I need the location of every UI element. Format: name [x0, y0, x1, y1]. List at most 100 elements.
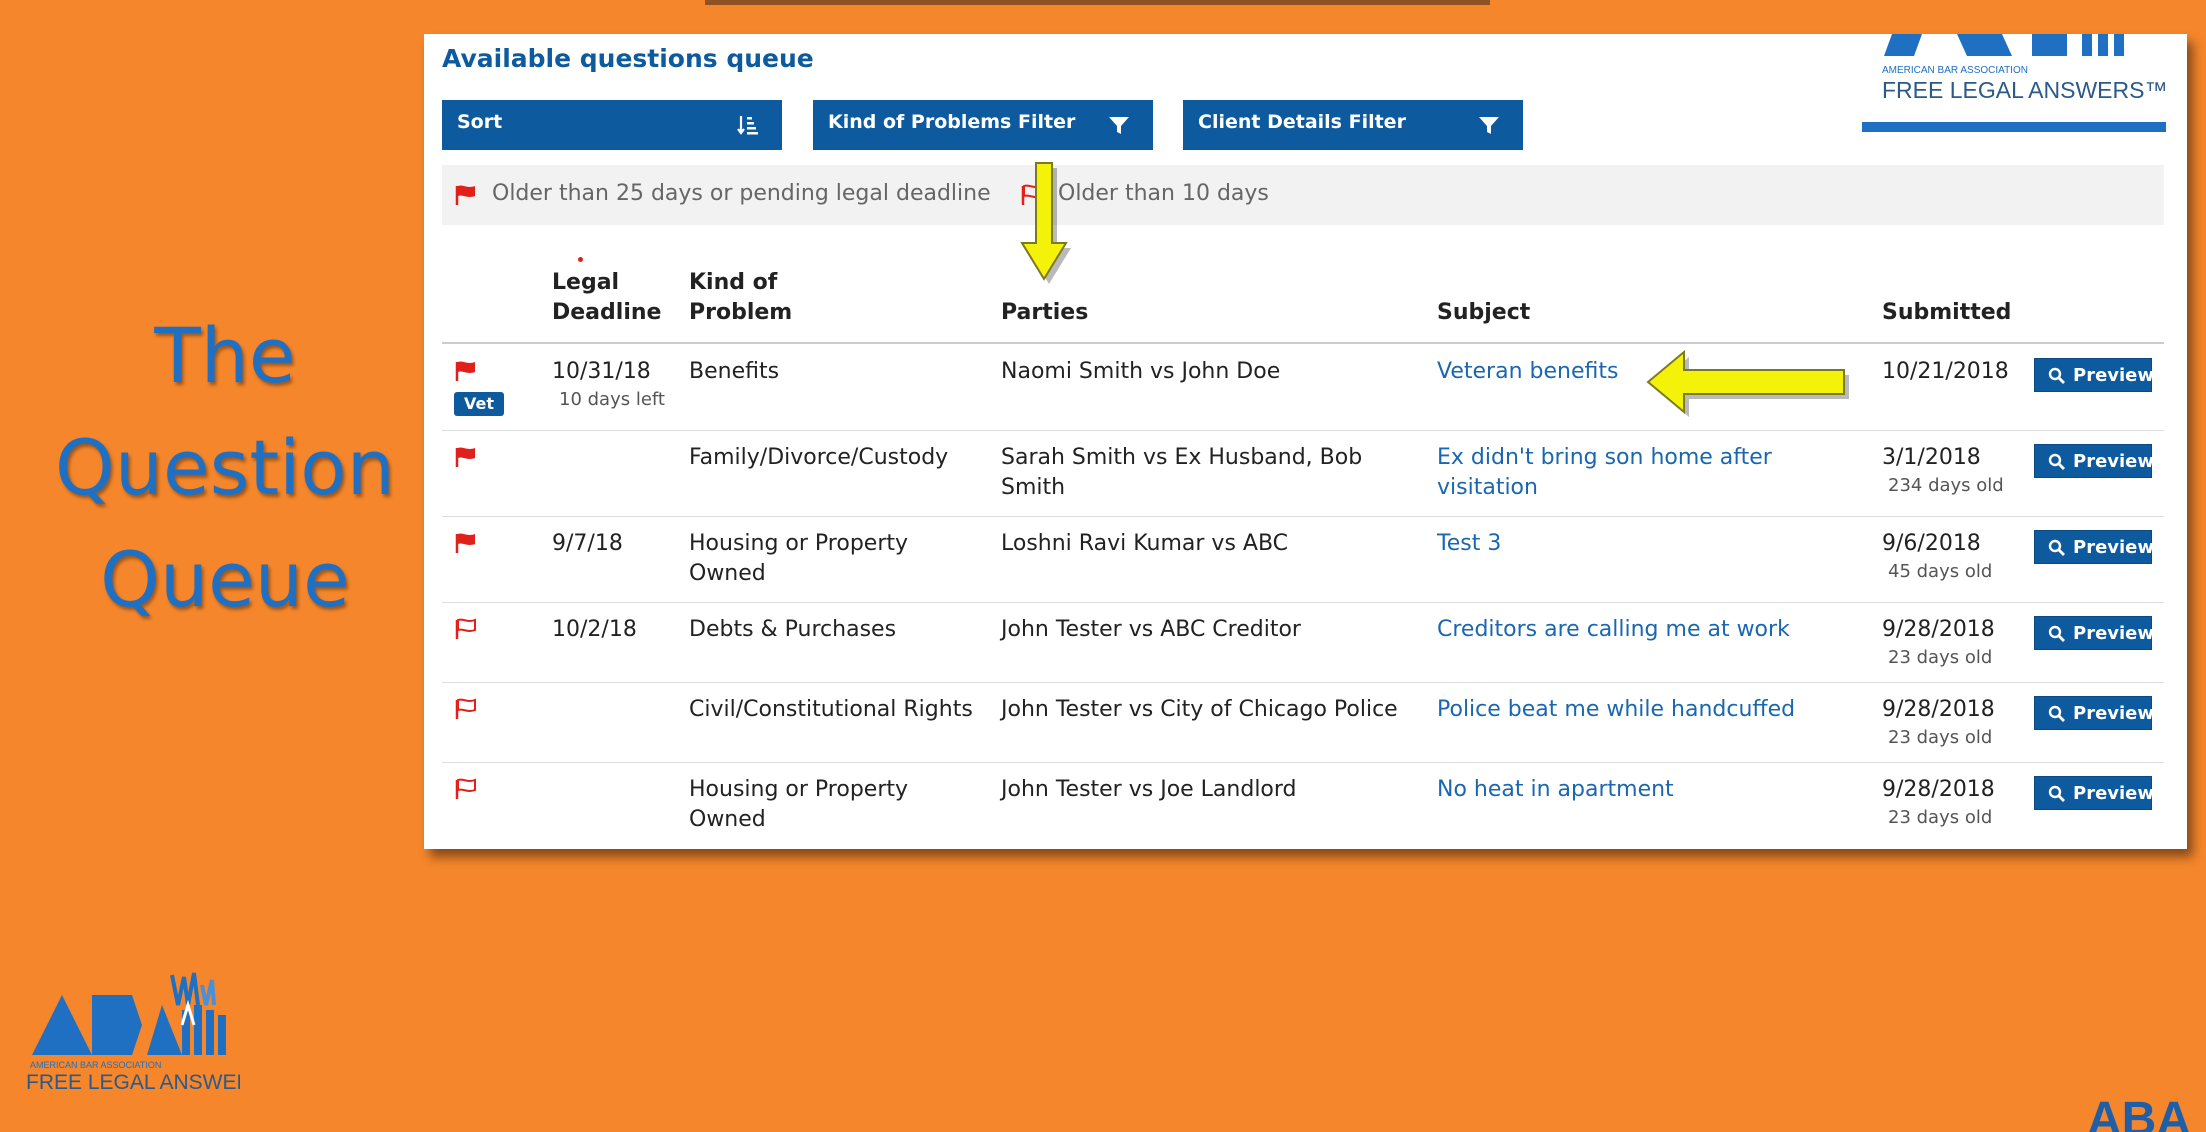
page-title: Available questions queue	[442, 44, 814, 73]
row-divider	[442, 430, 2164, 431]
preview-button[interactable]: Preview	[2034, 696, 2155, 730]
preview-label: Preview	[2073, 451, 2155, 472]
sort-button[interactable]: Sort	[442, 100, 782, 150]
preview-button[interactable]: Preview	[2034, 358, 2155, 392]
brand-small-text: AMERICAN BAR ASSOCIATION	[30, 1060, 161, 1070]
logo-name-text: FREE LEGAL ANSWERS™	[1882, 77, 2166, 103]
questions-queue-panel: Available questions queue AMERICAN BAR A…	[424, 34, 2187, 849]
yellow-arrow-icon	[1020, 162, 1071, 284]
flag-outline-icon	[455, 618, 476, 639]
age-note: 234 days old	[1888, 475, 2004, 496]
deadline-cell: 9/7/18	[552, 531, 623, 556]
yellow-arrow-icon	[1646, 349, 1849, 417]
aba-logo: AMERICAN BAR ASSOCIATION FREE LEGAL ANSW…	[1862, 34, 2166, 132]
sort-descending-icon	[737, 116, 758, 135]
header-divider	[442, 342, 2164, 344]
flag-solid-icon	[455, 185, 475, 205]
subject-link[interactable]: Veteran benefits	[1437, 357, 1618, 387]
submitted-cell: 9/28/2018	[1882, 697, 1995, 722]
header-subject[interactable]: Subject	[1437, 298, 1530, 328]
preview-button[interactable]: Preview	[2034, 444, 2155, 478]
kind-cell: Housing or Property	[689, 777, 909, 802]
submitted-cell: 9/6/2018	[1882, 531, 1981, 556]
kind-cell: Family/Divorce/Custody	[689, 445, 949, 470]
preview-label: Preview	[2073, 365, 2155, 386]
subject-link[interactable]: Police beat me while handcuffed	[1437, 695, 1795, 725]
submitted-cell: 9/28/2018	[1882, 617, 1995, 642]
slide-title-line: Question	[55, 423, 395, 512]
preview-label: Preview	[2073, 703, 2155, 724]
search-icon	[2048, 705, 2065, 722]
flag-outline-icon	[455, 698, 476, 719]
preview-label: Preview	[2073, 537, 2155, 558]
preview-button[interactable]: Preview	[2034, 616, 2154, 650]
search-icon	[2048, 453, 2065, 470]
subject-link[interactable]: Test 3	[1437, 529, 1501, 559]
slide-title: The Question Queue	[20, 300, 430, 636]
kind-cell: Civil/Constitutional Rights	[689, 697, 973, 722]
parties-cell: Sarah Smith vs Ex Husband, Bob	[1001, 445, 1363, 470]
sort-label: Sort	[457, 111, 503, 133]
header-kind-of-problem[interactable]: Kind of Problem	[689, 268, 792, 328]
subject-link[interactable]: visitation	[1437, 473, 1538, 503]
vet-badge: Vet	[454, 392, 504, 416]
row-divider	[442, 602, 2164, 603]
corner-logo-text: ABA	[2087, 1095, 2191, 1132]
search-icon	[2048, 785, 2065, 802]
subject-link[interactable]: Creditors are calling me at work	[1437, 615, 1790, 645]
subject-link[interactable]: No heat in apartment	[1437, 775, 1674, 805]
funnel-icon	[1109, 117, 1129, 134]
aba-free-legal-answers-logo: AMERICAN BAR ASSOCIATION FREE LEGAL ANSW…	[26, 972, 240, 1094]
brand-name-text: FREE LEGAL ANSWERS	[26, 1071, 240, 1094]
parties-cell: Naomi Smith vs John Doe	[1001, 359, 1281, 384]
kind-of-problems-filter-button[interactable]: Kind of Problems Filter	[813, 100, 1153, 150]
slide-title-line: The	[154, 311, 296, 400]
top-edge-bar	[705, 0, 1490, 5]
flag-solid-icon	[455, 361, 475, 381]
deadline-cell: 10/31/18	[552, 359, 651, 384]
header-text: Deadline	[552, 300, 662, 325]
deadline-note: 10 days left	[559, 389, 665, 410]
row-divider	[442, 762, 2164, 763]
subject-link[interactable]: Ex didn't bring son home after	[1437, 443, 1772, 473]
header-text: Kind of	[689, 270, 778, 295]
row-divider	[442, 682, 2164, 683]
age-note: 45 days old	[1888, 561, 1993, 582]
age-note: 23 days old	[1888, 807, 1993, 828]
kind-cell: Housing or Property	[689, 531, 909, 556]
kind-cell: Benefits	[689, 359, 780, 384]
kind-cell: Owned	[689, 807, 766, 832]
legend-older-25: Older than 25 days or pending legal dead…	[492, 181, 991, 206]
flag-outline-icon	[455, 778, 476, 799]
flag-solid-icon	[455, 533, 475, 553]
parties-cell: Loshni Ravi Kumar vs ABC	[1001, 531, 1289, 556]
client-details-filter-button[interactable]: Client Details Filter	[1183, 100, 1523, 150]
header-parties[interactable]: Parties	[1001, 298, 1088, 328]
kind-of-problems-filter-label: Kind of Problems Filter	[828, 111, 1076, 133]
parties-cell: John Tester vs Joe Landlord	[1001, 777, 1297, 802]
kind-cell: Owned	[689, 561, 766, 586]
search-icon	[2048, 367, 2065, 384]
header-text: Legal	[552, 270, 620, 295]
flag-solid-icon	[455, 447, 475, 467]
search-icon	[2048, 539, 2065, 556]
header-submitted[interactable]: Submitted	[1882, 298, 2011, 328]
age-note: 23 days old	[1888, 647, 1993, 668]
row-divider	[442, 516, 2164, 517]
red-dot-marker	[578, 257, 583, 262]
flag-legend: Older than 25 days or pending legal dead…	[442, 165, 2164, 225]
search-icon	[2048, 625, 2065, 642]
preview-button[interactable]: Preview	[2034, 530, 2155, 564]
header-legal-deadline[interactable]: Legal Deadline	[552, 268, 661, 328]
deadline-cell: 10/2/18	[552, 617, 637, 642]
submitted-cell: 9/28/2018	[1882, 777, 1995, 802]
parties-cell: John Tester vs City of Chicago Police	[1001, 697, 1398, 722]
preview-button[interactable]: Preview	[2034, 776, 2155, 810]
parties-cell: Smith	[1001, 475, 1066, 500]
parties-cell: John Tester vs ABC Creditor	[1001, 617, 1301, 642]
preview-label: Preview	[2073, 783, 2155, 804]
submitted-cell: 3/1/2018	[1882, 445, 1981, 470]
slide-title-line: Queue	[100, 535, 350, 624]
legend-older-10: Older than 10 days	[1058, 181, 1269, 206]
funnel-icon	[1479, 117, 1499, 134]
